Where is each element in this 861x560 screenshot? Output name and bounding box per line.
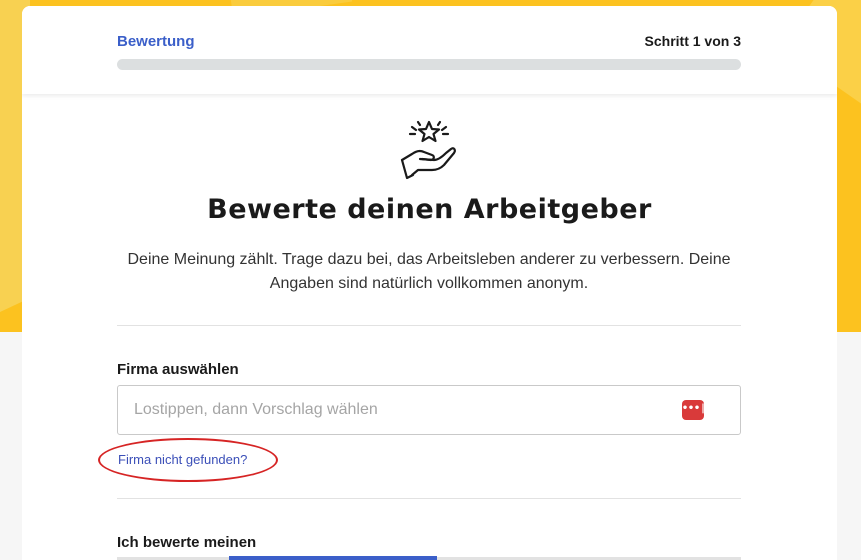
progress-bar [117,59,741,70]
intro-text: Deine Meinung zählt. Trage dazu bei, das… [127,251,731,292]
review-form-card: Bewertung Schritt 1 von 3 Bewerte deinen… [22,6,837,560]
step-header: Bewertung Schritt 1 von 3 [22,6,837,94]
rating-target-option-selected[interactable] [229,556,437,560]
divider [117,498,741,499]
step-label: Bewertung [117,33,195,50]
company-field-label: Firma auswählen [117,361,239,378]
step-counter: Schritt 1 von 3 [644,33,741,49]
hand-with-stars-icon [400,120,456,180]
page: Bewertung Schritt 1 von 3 Bewerte deinen… [0,0,861,560]
password-manager-glyph: •••| [682,403,707,414]
company-search-input[interactable] [134,386,664,434]
page-title: Bewerte deinen Arbeitgeber [207,194,652,225]
divider [117,325,741,326]
password-manager-icon[interactable]: •••| [682,400,707,420]
company-not-found-link[interactable]: Firma nicht gefunden? [118,452,247,467]
rating-target-label: Ich bewerte meinen [117,534,257,551]
company-search-field[interactable]: •••| [117,385,741,435]
